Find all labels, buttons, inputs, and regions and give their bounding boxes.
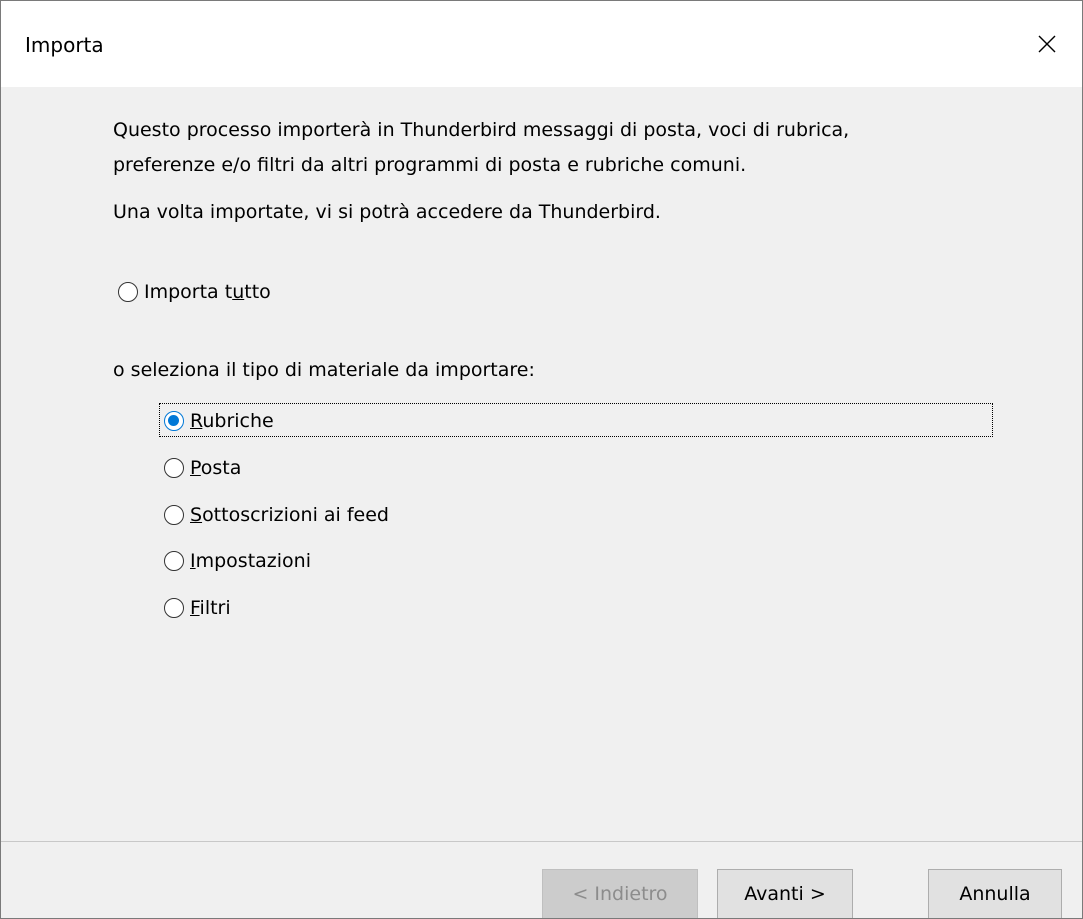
intro-line-2: preferenze e/o filtri da altri programmi… [113, 154, 747, 176]
dialog-content: Questo processo importerà in Thunderbird… [1, 87, 1082, 841]
option-feed-label: Sottoscrizioni ai feed [190, 504, 389, 526]
cancel-button[interactable]: Annulla [928, 869, 1062, 918]
option-impostazioni-label: Impostazioni [190, 550, 311, 572]
intro-line-1: Questo processo importerà in Thunderbird… [113, 119, 850, 141]
window-title: Importa [25, 33, 104, 57]
close-button[interactable] [1012, 1, 1082, 87]
option-feed[interactable]: Sottoscrizioni ai feed [164, 500, 389, 530]
import-all-label: Importa tutto [144, 281, 271, 303]
next-button[interactable]: Avanti > [717, 869, 853, 918]
title-bar: Importa [1, 1, 1082, 87]
option-filtri-label: Filtri [190, 597, 231, 619]
close-icon [1038, 35, 1056, 53]
option-impostazioni[interactable]: Impostazioni [164, 546, 311, 576]
option-posta[interactable]: Posta [164, 453, 241, 483]
option-filtri-radio[interactable] [164, 598, 184, 618]
option-rubriche-radio[interactable] [164, 411, 184, 431]
import-all-radio[interactable]: Importa tutto [118, 277, 271, 307]
option-rubriche-label: Rubriche [190, 410, 274, 432]
focus-ring [159, 403, 993, 437]
intro-line-3: Una volta importate, vi si potrà acceder… [113, 201, 661, 223]
import-all-radio-circle[interactable] [118, 282, 138, 302]
import-dialog: Importa Questo processo importerà in Thu… [0, 0, 1083, 919]
option-feed-radio[interactable] [164, 505, 184, 525]
option-impostazioni-radio[interactable] [164, 551, 184, 571]
back-button[interactable]: < Indietro [542, 869, 698, 918]
option-posta-label: Posta [190, 457, 242, 479]
option-rubriche[interactable]: Rubriche [164, 406, 274, 436]
footer-separator [1, 841, 1082, 842]
select-prompt: o seleziona il tipo di materiale da impo… [113, 359, 535, 381]
option-filtri[interactable]: Filtri [164, 593, 231, 623]
option-posta-radio[interactable] [164, 458, 184, 478]
